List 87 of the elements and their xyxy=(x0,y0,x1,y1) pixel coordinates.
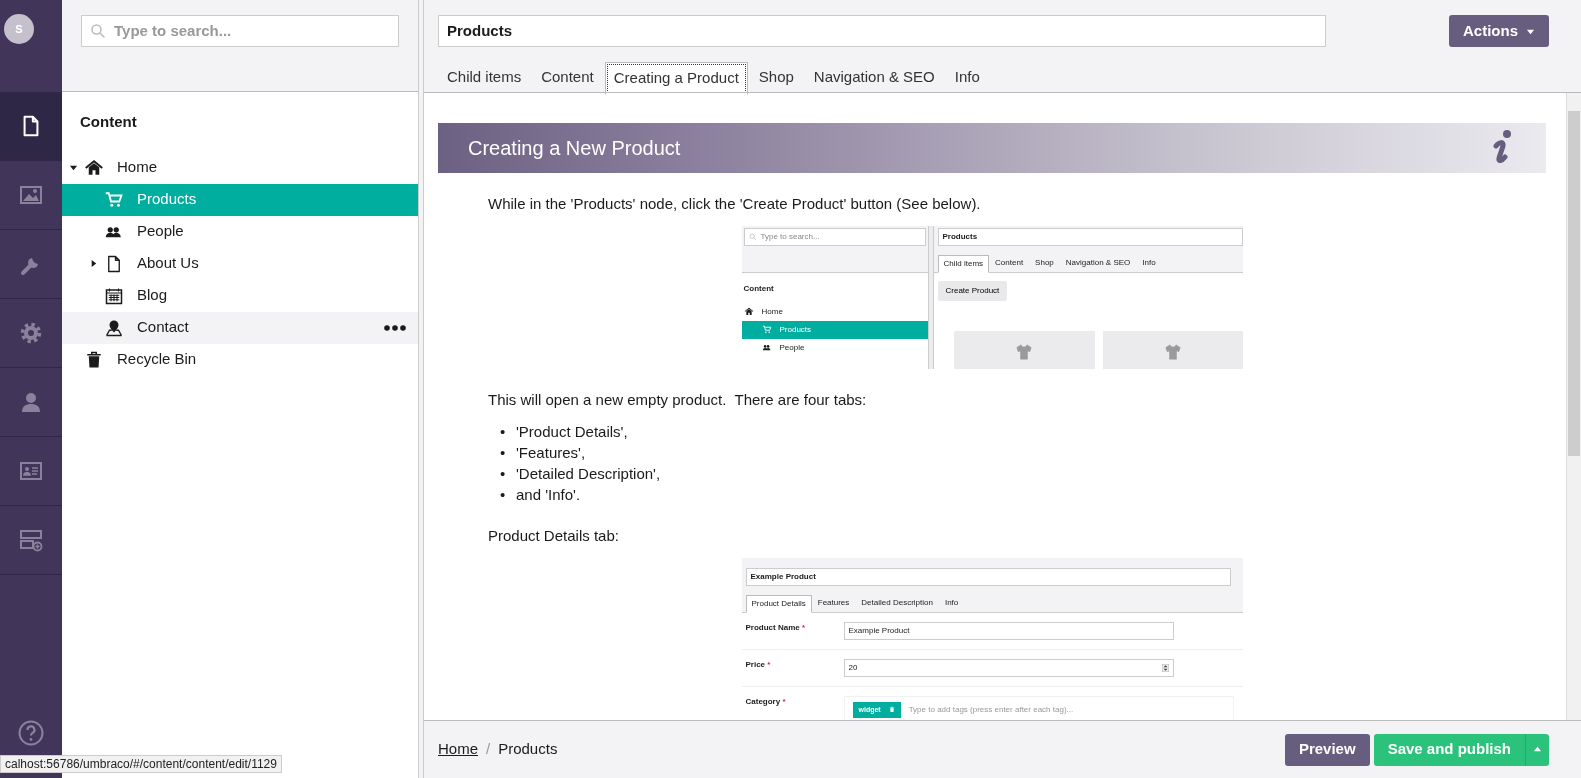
list-item: • 'Product Details', xyxy=(500,422,629,442)
id-card-icon xyxy=(19,459,43,483)
calendar-icon xyxy=(104,286,124,305)
search-placeholder: Type to search... xyxy=(114,20,232,41)
tab-label[interactable]: Info xyxy=(938,593,965,612)
tab-label[interactable]: Navigation & SEO xyxy=(1059,253,1137,272)
scrollbar[interactable] xyxy=(1566,93,1581,720)
field-label: Price * xyxy=(745,658,772,671)
tree-item[interactable]: Contact xyxy=(62,311,418,344)
trash-icon xyxy=(888,706,895,714)
tree-item-label: People xyxy=(137,221,185,242)
tab[interactable]: Product Details xyxy=(745,594,812,613)
tab-label[interactable]: Info xyxy=(1136,253,1162,272)
tab[interactable]: Child items xyxy=(937,254,990,273)
tab[interactable]: Info xyxy=(945,61,989,94)
actions-button[interactable]: Actions xyxy=(1449,15,1549,47)
settings-icon xyxy=(19,321,43,345)
tree-item[interactable]: Recycle Bin xyxy=(62,343,418,376)
help-icon[interactable] xyxy=(18,720,44,746)
spinner-icon xyxy=(1161,663,1169,672)
name-field[interactable]: Products xyxy=(438,15,1326,47)
shirt-icon xyxy=(1015,342,1033,361)
tree-item[interactable]: People xyxy=(62,215,418,248)
cart-icon xyxy=(761,325,772,334)
home-icon xyxy=(84,158,104,177)
create-product-button[interactable]: Create Product xyxy=(937,280,1008,301)
tree-title: Content xyxy=(79,112,138,132)
search-icon xyxy=(748,232,757,241)
tab[interactable]: Content xyxy=(532,61,603,94)
tree-item-label: Recycle Bin xyxy=(117,349,198,370)
people-icon xyxy=(761,343,772,352)
list-item: • 'Detailed Description', xyxy=(500,464,662,484)
input-field[interactable]: Example Product xyxy=(843,621,1174,640)
more-icon[interactable] xyxy=(384,324,406,331)
list-item: • 'Features', xyxy=(500,443,587,463)
name-field[interactable]: Example Product xyxy=(745,567,1231,586)
tab[interactable]: Navigation & SEO xyxy=(804,61,944,94)
cart-icon xyxy=(104,190,124,209)
tree-item-label[interactable]: Home xyxy=(761,305,783,318)
tab[interactable]: Shop xyxy=(749,61,803,94)
input-field[interactable]: 20 xyxy=(843,658,1174,677)
field-value: Example Product xyxy=(848,624,910,637)
server-add-icon xyxy=(19,528,43,552)
tab-label[interactable]: Detailed Description xyxy=(855,593,939,612)
publish-options-button[interactable] xyxy=(1525,733,1549,766)
tree-item-label: Home xyxy=(117,157,158,178)
field-label: Category * xyxy=(745,695,787,708)
tree-item-label: About Us xyxy=(137,253,200,274)
tag-placeholder: Type to add tags (press enter after each tag)... xyxy=(908,703,1074,716)
search-placeholder: Type to search... xyxy=(760,230,820,243)
tree-item-label: Products xyxy=(137,189,198,210)
tree-item-label: Blog xyxy=(137,285,169,306)
caret-icon xyxy=(1533,745,1542,754)
tree-item-label[interactable]: People xyxy=(779,341,805,354)
article-title: Creating a New Product xyxy=(468,136,681,161)
paragraph: While in the 'Products' node, click the 'Create Product' button (See below). xyxy=(487,194,982,214)
trash-icon xyxy=(84,350,104,369)
caret-icon xyxy=(68,163,78,172)
section-item[interactable] xyxy=(0,92,62,161)
field-value: 20 xyxy=(848,661,858,674)
paragraph: Product Details tab: xyxy=(487,526,620,546)
breadcrumb-item[interactable]: Home xyxy=(438,738,478,761)
map-pin-icon xyxy=(104,318,124,337)
shirt-icon xyxy=(1163,342,1182,361)
search-icon xyxy=(90,23,106,39)
tree-item[interactable]: About Us xyxy=(62,247,418,280)
tab[interactable]: Child items xyxy=(438,61,531,94)
tree-item[interactable]: Home xyxy=(62,151,418,184)
name-field[interactable]: Products xyxy=(937,227,1243,246)
tree-title: Content xyxy=(742,282,775,295)
paragraph: This will open a new empty product. There are four tabs: xyxy=(487,389,868,410)
home-icon xyxy=(743,307,754,316)
tab-label[interactable]: Features xyxy=(811,593,856,612)
status-url: calhost:56786/umbraco/#/content/content/edit/1129 xyxy=(0,755,282,773)
breadcrumb-item: Products xyxy=(498,739,558,760)
field-label: Product Name * xyxy=(745,621,807,634)
user-icon xyxy=(19,390,43,414)
tab-label[interactable]: Content xyxy=(989,253,1030,272)
search-field[interactable]: Type to search... xyxy=(743,227,926,246)
list-item: • and 'Info'. xyxy=(500,485,582,505)
tab[interactable]: Creating a Product xyxy=(604,62,748,95)
breadcrumb-separator: / xyxy=(486,739,491,760)
tab-label[interactable]: Shop xyxy=(1029,253,1060,272)
preview-button[interactable]: Preview xyxy=(1284,733,1370,766)
tree-item[interactable]: Blog xyxy=(62,279,418,312)
image-icon xyxy=(19,183,43,207)
tree-item-label: Contact xyxy=(137,317,190,338)
